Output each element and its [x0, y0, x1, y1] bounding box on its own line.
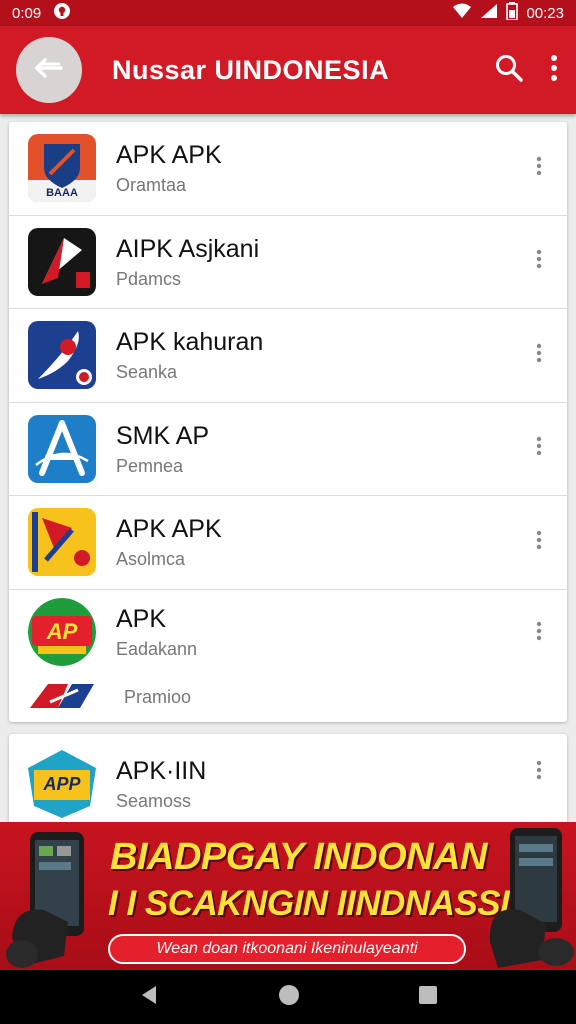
svg-text:AP: AP — [46, 619, 78, 644]
system-nav-bar — [0, 970, 576, 1024]
item-title: APK kahuran — [116, 328, 264, 357]
item-subtitle: Seamoss — [116, 791, 192, 811]
more-vert-icon — [536, 343, 542, 368]
banner-headline: BIADPGAY INDONAN — [110, 836, 487, 878]
list-item[interactable]: BAAA APK APK Oramtaa — [9, 122, 567, 216]
item-more-button[interactable] — [529, 434, 549, 464]
item-more-button[interactable] — [529, 619, 549, 649]
wing-logo-icon — [28, 680, 96, 715]
home-icon[interactable] — [277, 983, 301, 1012]
item-more-button[interactable] — [529, 527, 549, 557]
phone-right-icon — [476, 824, 576, 970]
overflow-menu-button[interactable] — [550, 54, 558, 87]
item-title: APK APK — [116, 141, 222, 170]
more-vert-icon — [550, 54, 558, 87]
list-item[interactable]: AP APK Eadakann Pramioo — [9, 590, 567, 722]
notification-icon — [53, 2, 71, 24]
search-icon — [494, 53, 524, 88]
back-icon[interactable] — [138, 984, 160, 1011]
status-time-right: 00:23 — [526, 4, 564, 22]
item-subtitle: Pemnea — [116, 455, 184, 476]
svg-text:BAAA: BAAA — [46, 187, 78, 199]
status-bar: 0:09 00:23 — [0, 0, 576, 26]
phone-left-icon — [4, 826, 104, 970]
back-button[interactable] — [16, 37, 82, 103]
item-subtitle: Asolmca — [116, 549, 186, 570]
wifi-icon — [452, 3, 472, 23]
arrow-left-icon — [33, 56, 65, 85]
app-list-card-secondary: APP APK·IIN Seamoss — [9, 734, 567, 834]
list-item-extra: Pramioo — [28, 680, 191, 715]
list-item[interactable]: AIPK Asjkani Pdamcs — [9, 216, 567, 309]
more-vert-icon — [536, 760, 542, 785]
rocket-badge-app-icon — [28, 321, 96, 390]
item-more-button[interactable] — [529, 153, 549, 183]
api-badge-app-icon: APP — [28, 750, 96, 818]
banner-cta[interactable]: Wean doan itkoonani Ikeninulayeanti — [108, 934, 466, 964]
item-title: APK APK — [116, 515, 222, 544]
item-title: APK·IIN — [116, 757, 207, 785]
item-more-button[interactable] — [529, 247, 549, 277]
more-vert-icon — [536, 621, 542, 646]
signal-icon — [480, 3, 498, 23]
item-subtitle: Seanka — [116, 362, 178, 383]
app-list-card: BAAA APK APK Oramtaa AIPK Asjkani Pdamcs — [9, 122, 567, 722]
status-time-left: 0:09 — [12, 4, 42, 22]
shield-app-icon: BAAA — [28, 134, 96, 203]
list-item[interactable]: APK kahuran Seanka — [9, 309, 567, 403]
rocket-app-icon — [28, 227, 96, 296]
app-bar: Nussar UINDONESIA — [0, 26, 576, 114]
item-title: APK — [116, 604, 167, 633]
promo-banner[interactable]: BIADPGAY INDONAN I I SCAKNGIN IINDNASSIO… — [0, 822, 576, 970]
letter-a-app-icon — [28, 414, 96, 483]
more-vert-icon — [536, 530, 542, 555]
page-title: Nussar UINDONESIA — [112, 54, 390, 85]
battery-icon — [506, 2, 519, 24]
item-extra-subtitle: Pramioo — [124, 686, 192, 707]
more-vert-icon — [536, 156, 542, 181]
item-more-button[interactable] — [529, 757, 549, 787]
item-title: AIPK Asjkani — [116, 234, 260, 263]
item-subtitle: Pdamcs — [116, 268, 182, 289]
list-item[interactable]: SMK AP Pemnea — [9, 403, 567, 496]
item-subtitle: Eadakann — [116, 638, 198, 659]
item-more-button[interactable] — [529, 340, 549, 370]
item-title: SMK AP — [116, 421, 210, 450]
more-vert-icon — [536, 436, 542, 461]
list-item[interactable]: APK APK Asolmca — [9, 496, 567, 590]
banner-subheadline: I I SCAKNGIN IINDNASSIO — [108, 884, 536, 923]
yellow-arrow-app-icon — [28, 508, 96, 577]
list-item[interactable]: APP APK·IIN Seamoss — [9, 734, 567, 834]
item-subtitle: Oramtaa — [116, 175, 187, 196]
recents-icon[interactable] — [418, 985, 438, 1010]
svg-text:APP: APP — [42, 774, 81, 794]
ap-badge-app-icon: AP — [28, 597, 96, 666]
search-button[interactable] — [494, 53, 524, 88]
more-vert-icon — [536, 249, 542, 274]
